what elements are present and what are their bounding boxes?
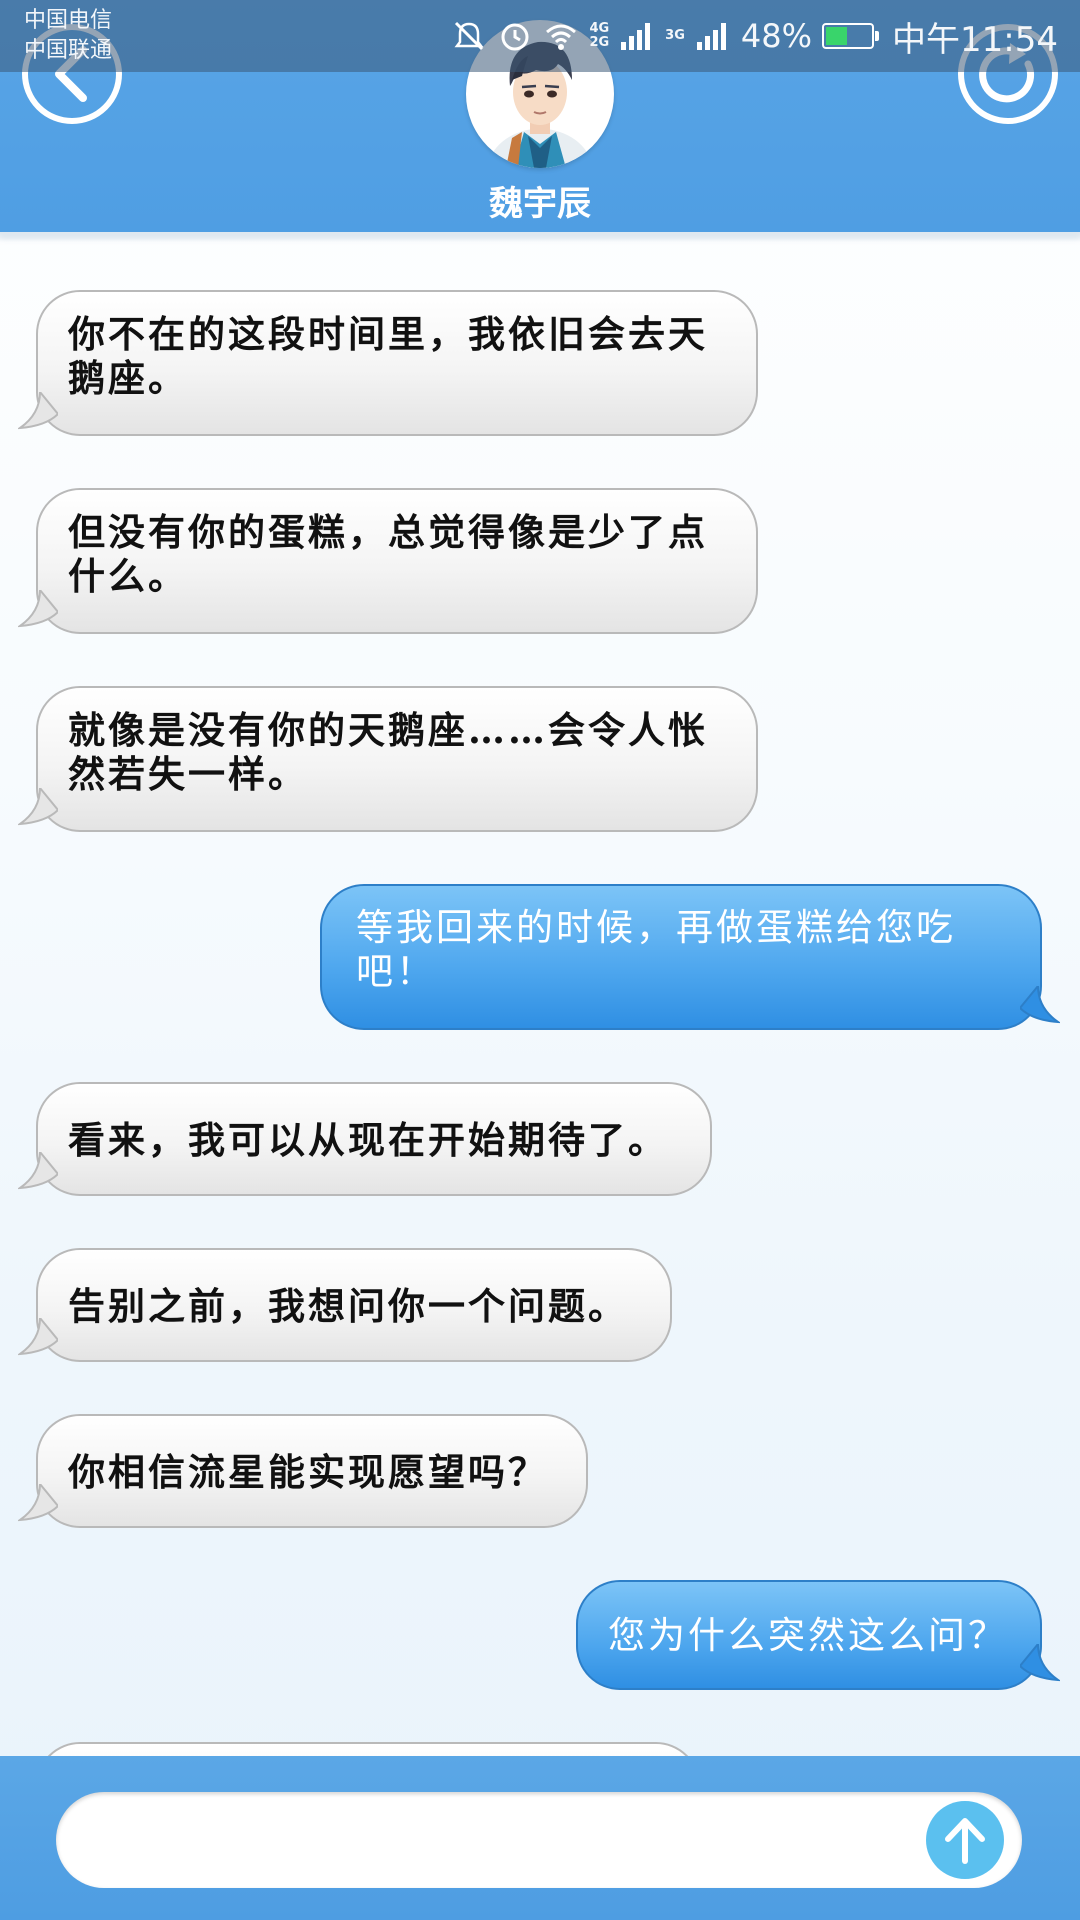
battery-percent: 48% — [740, 17, 813, 55]
bubble-tail — [18, 392, 58, 430]
message-input[interactable] — [92, 1792, 916, 1890]
message-bubble: 但没有你的蛋糕，总觉得像是少了点什么。 — [36, 488, 758, 634]
network-type-1: 4G 2G — [589, 21, 610, 50]
message-composer — [0, 1756, 1080, 1920]
mute-icon — [454, 21, 484, 51]
bubble-tail — [18, 590, 58, 628]
header-divider — [0, 232, 1080, 242]
battery-icon — [822, 23, 880, 49]
bubble-tail — [1020, 986, 1060, 1024]
message-text: 看来，我可以从现在开始期待了。 — [68, 1118, 668, 1162]
status-indicators: 4G 2G 3G 48% 中午11:54 — [451, 12, 1058, 60]
contact-name: 魏宇辰 — [489, 184, 591, 224]
bubble-tail — [1020, 1644, 1060, 1682]
message-bubble: 看来，我可以从现在开始期待了。 — [36, 1082, 712, 1196]
send-button[interactable] — [926, 1801, 1004, 1879]
message-bubble-partial — [36, 1742, 700, 1756]
signal-icon — [621, 23, 651, 50]
message-text: 等我回来的时候，再做蛋糕给您吃吧！ — [356, 906, 956, 993]
battery-level — [826, 27, 848, 45]
message-text: 告别之前，我想问你一个问题。 — [68, 1284, 628, 1328]
message-bubble: 告别之前，我想问你一个问题。 — [36, 1248, 672, 1362]
wifi-icon — [546, 24, 577, 50]
message-bubble: 你不在的这段时间里，我依旧会去天鹅座。 — [36, 290, 758, 436]
message-bubble: 等我回来的时候，再做蛋糕给您吃吧！ — [320, 884, 1042, 1030]
carrier-1-label: 中国电信 — [24, 8, 113, 33]
signal-icon-2 — [696, 23, 726, 50]
message-input-container[interactable] — [56, 1792, 1022, 1890]
message-text: 你相信流星能实现愿望吗？ — [68, 1450, 548, 1494]
carrier-2-label: 中国联通 — [24, 38, 113, 63]
message-text: 您为什么突然这么问？ — [608, 1614, 1008, 1657]
status-bar: 中国电信 中国联通 4G 2G 3G 48% 中午11:54 — [0, 0, 1080, 72]
chat-area[interactable]: 你不在的这段时间里，我依旧会去天鹅座。 但没有你的蛋糕，总觉得像是少了点什么。 … — [0, 242, 1080, 1756]
arrow-up-icon — [945, 1818, 985, 1864]
clock: 中午11:54 — [892, 19, 1058, 60]
bubble-tail — [18, 1152, 58, 1190]
message-text: 你不在的这段时间里，我依旧会去天鹅座。 — [68, 312, 708, 400]
network-type-2: 3G — [665, 28, 685, 43]
alarm-icon — [501, 23, 529, 51]
message-bubble: 就像是没有你的天鹅座……会令人怅然若失一样。 — [36, 686, 758, 832]
message-bubble: 您为什么突然这么问？ — [576, 1580, 1042, 1690]
bubble-tail — [18, 788, 58, 826]
chat-header: 魏宇辰 中国电信 中国联通 4G 2G 3G 48% 中午11:54 — [0, 0, 1080, 232]
bubble-tail — [18, 1484, 58, 1522]
bubble-tail — [18, 1318, 58, 1356]
message-text: 但没有你的蛋糕，总觉得像是少了点什么。 — [68, 510, 708, 598]
message-bubble: 你相信流星能实现愿望吗？ — [36, 1414, 588, 1528]
message-text: 就像是没有你的天鹅座……会令人怅然若失一样。 — [68, 708, 708, 796]
